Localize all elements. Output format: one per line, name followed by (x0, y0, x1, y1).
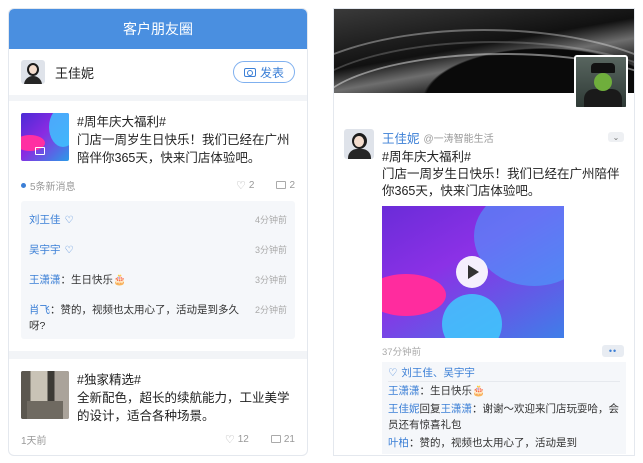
new-message-dot (21, 182, 26, 188)
comment-count: 2 (289, 179, 295, 191)
comment-text: ：生日快乐🎂 (419, 385, 486, 397)
like-button[interactable]: ♡ 12 (225, 433, 249, 446)
chevron-down-icon[interactable]: ⌄ (608, 132, 624, 142)
heart-icon: ♡ (64, 245, 74, 256)
heart-icon: ♡ (236, 179, 246, 192)
comment-time: 2分钟前 (254, 305, 287, 315)
avatar[interactable] (344, 129, 374, 159)
post-video[interactable] (382, 206, 564, 338)
post-time: 1天前 (21, 435, 47, 447)
commenter-name[interactable]: 王潇潇 (388, 385, 420, 397)
post-text: #独家精选# 全新配色，超长的续航能力，工业美学的设计，适合各种场景。 (77, 373, 290, 423)
list-item[interactable]: 刘王佳 ♡ 4分钟前 (29, 205, 287, 235)
commenter-name[interactable]: 叶柏 (388, 437, 409, 449)
list-item[interactable]: 王潇潇：生日快乐🎂 3分钟前 (29, 265, 287, 295)
comment-time: 4分钟前 (254, 215, 287, 225)
heart-icon: ♡ (64, 215, 74, 226)
comment-icon (270, 435, 281, 443)
commenter-name[interactable]: 肖飞 (29, 304, 50, 316)
new-messages-count[interactable]: 5条新消息 (30, 178, 76, 193)
comment-list: ♡ 刘王佳、吴宇宇 王潇潇：生日快乐🎂 王佳妮回复王潇潇：谢谢～欢迎来门店玩耍哈… (382, 362, 626, 454)
liked-by[interactable]: 刘王佳、吴宇宇 (401, 365, 475, 380)
list-item[interactable]: 叶柏：赞的，视频也太用心了，活动是到 (388, 434, 620, 452)
more-icon[interactable]: •• (602, 345, 624, 357)
comment-icon (276, 181, 287, 189)
list-item[interactable]: 吴宇宇 ♡ 3分钟前 (29, 235, 287, 265)
cover-avatar[interactable] (574, 55, 628, 109)
likes-row: ♡ 刘王佳、吴宇宇 (388, 364, 620, 382)
commenter-name[interactable]: 吴宇宇 (29, 244, 61, 256)
moments-list-panel: 客户朋友圈 王佳妮 发表 #周年庆大福利# 门店一周岁生日快乐！我们已经在广州陪… (8, 8, 308, 456)
like-count: 12 (237, 433, 249, 445)
divider (9, 351, 307, 359)
profile-row: 王佳妮 发表 (9, 49, 307, 101)
publish-label: 发表 (259, 65, 284, 80)
list-item[interactable]: 王佳妮回复王潇潇：谢谢～欢迎来门店玩耍哈，会员还有惊喜礼包 (388, 400, 620, 434)
comment-button[interactable]: 2 (276, 180, 295, 191)
heart-icon: ♡ (388, 366, 398, 379)
reply-word: 回复 (419, 403, 441, 415)
post-item[interactable]: #独家精选# 全新配色，超长的续航能力，工业美学的设计，适合各种场景。 1天前 … (9, 359, 307, 447)
profile-name: 王佳妮 (55, 65, 95, 81)
commenter-name[interactable]: 王潇潇 (29, 274, 61, 286)
list-item[interactable]: 王潇潇：生日快乐🎂 (388, 382, 620, 400)
author-handle: @一涛智能生活 (423, 133, 494, 145)
like-button[interactable]: ♡ 2 (236, 179, 254, 192)
post-text: #周年庆大福利# 门店一周岁生日快乐！我们已经在广州陪伴你365天，快来门店体验… (382, 150, 620, 198)
comment-text: ：赞的，视频也太用心了，活动是到多久呀? (29, 304, 239, 332)
post-time: 37分钟前 (382, 347, 422, 358)
heart-icon: ♡ (224, 433, 235, 446)
post-thumbnail[interactable] (21, 371, 69, 419)
comment-button[interactable]: 21 (270, 433, 295, 445)
comment-time: 3分钟前 (254, 245, 287, 255)
like-count: 2 (248, 179, 255, 191)
post-thumbnail[interactable] (21, 113, 69, 161)
publish-button[interactable]: 发表 (232, 61, 295, 83)
commenter-name[interactable]: 刘王佳 (29, 214, 61, 226)
commenter-name[interactable]: 王佳妮 (388, 403, 420, 415)
comment-count: 21 (283, 433, 295, 445)
list-item[interactable]: 肖飞：赞的，视频也太用心了，活动是到多久呀? 2分钟前 (29, 295, 287, 335)
camera-icon (243, 67, 256, 77)
comment-text: ：生日快乐🎂 (60, 274, 127, 286)
avatar[interactable] (21, 60, 45, 84)
comment-time: 3分钟前 (254, 275, 287, 285)
author-name[interactable]: 王佳妮 (382, 128, 420, 147)
post-item[interactable]: #周年庆大福利# 门店一周岁生日快乐！我们已经在广州陪伴你365天，快来门店体验… (9, 101, 307, 359)
post-text: #周年庆大福利# 门店一周岁生日快乐！我们已经在广州陪伴你365天，快来门店体验… (77, 115, 290, 165)
comment-list: 刘王佳 ♡ 4分钟前 吴宇宇 ♡ 3分钟前 王潇潇：生日快乐🎂 3分钟前 肖飞：赞的… (21, 201, 295, 339)
page-title: 客户朋友圈 (9, 9, 307, 49)
post-item: 王佳妮 @一涛智能生活 ⌄ #周年庆大福利# 门店一周岁生日快乐！我们已经在广州… (334, 93, 634, 454)
reply-to-name[interactable]: 王潇潇 (441, 403, 473, 415)
moment-detail-panel: 王佳妮 @一涛智能生活 ⌄ #周年庆大福利# 门店一周岁生日快乐！我们已经在广州… (333, 8, 635, 456)
play-icon[interactable] (456, 256, 488, 288)
comment-text: ：赞的，视频也太用心了，活动是到 (409, 437, 577, 449)
